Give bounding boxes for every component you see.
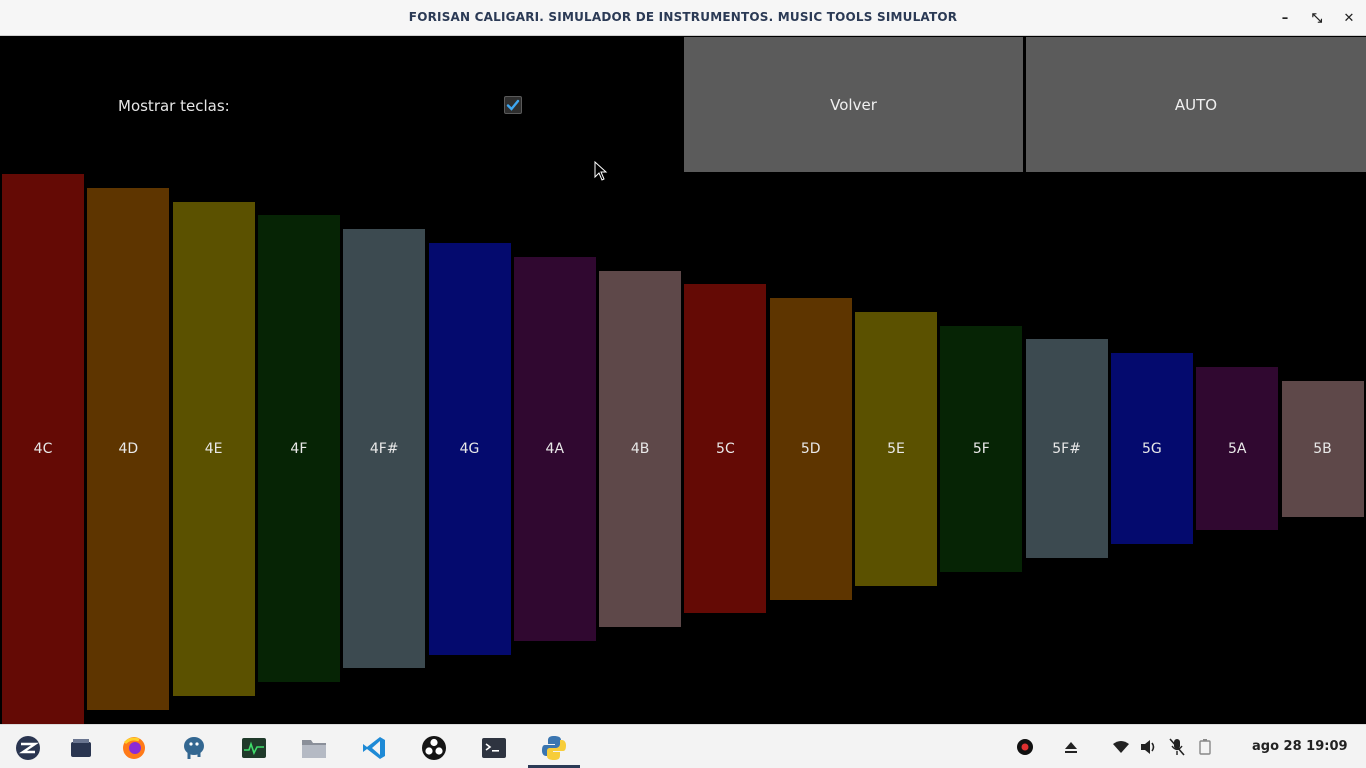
key-label: 4F#: [369, 441, 399, 457]
key-4c[interactable]: 4C: [2, 174, 84, 724]
files-window-icon[interactable]: [67, 734, 95, 762]
key-5e[interactable]: 5E: [855, 312, 937, 586]
volume-icon[interactable]: [1140, 738, 1158, 756]
key-label: 4C: [33, 441, 53, 457]
clock[interactable]: ago 28 19:09: [1252, 739, 1348, 754]
auto-button[interactable]: AUTO: [1026, 37, 1366, 172]
key-label: 4G: [459, 441, 480, 457]
key-4f-sharp[interactable]: 4F#: [343, 229, 426, 668]
mic-muted-icon[interactable]: [1168, 738, 1186, 756]
key-5b[interactable]: 5B: [1281, 381, 1364, 517]
key-4f[interactable]: 4F: [257, 215, 340, 682]
battery-icon[interactable]: [1196, 738, 1214, 756]
eject-icon[interactable]: [1062, 738, 1080, 756]
title-bar: FORISAN CALIGARI. SIMULADOR DE INSTRUMEN…: [0, 0, 1366, 36]
close-button[interactable]: ✕: [1339, 8, 1359, 28]
key-label: 5D: [800, 441, 821, 457]
key-5a[interactable]: 5A: [1196, 367, 1279, 530]
key-4d[interactable]: 4D: [87, 188, 170, 710]
system-monitor-icon[interactable]: [240, 734, 268, 762]
key-label: 4A: [545, 441, 565, 457]
app-area: Mostrar teclas: Volver AUTO 4C 4D 4E 4F 4F# 4…: [0, 37, 1366, 724]
pgadmin-icon[interactable]: [180, 734, 208, 762]
key-4a[interactable]: 4A: [513, 257, 596, 641]
key-4b[interactable]: 4B: [599, 271, 682, 627]
key-4g[interactable]: 4G: [428, 243, 511, 655]
key-label: 4E: [204, 441, 223, 457]
key-5f-sharp[interactable]: 5F#: [1025, 339, 1108, 558]
mouse-cursor-icon: [594, 161, 608, 181]
minimize-button[interactable]: –: [1275, 8, 1295, 28]
key-label: 5B: [1313, 441, 1332, 457]
back-button[interactable]: Volver: [684, 37, 1023, 172]
key-label: 5F#: [1052, 441, 1081, 457]
key-label: 4F: [290, 441, 308, 457]
key-5g[interactable]: 5G: [1110, 353, 1193, 544]
vscode-icon[interactable]: [360, 734, 388, 762]
key-label: 4D: [118, 441, 139, 457]
firefox-icon[interactable]: [120, 734, 148, 762]
check-icon: [506, 99, 520, 111]
key-label: 5E: [887, 441, 905, 457]
key-label: 5A: [1227, 441, 1247, 457]
zorin-menu-icon[interactable]: [14, 734, 42, 762]
show-keys-checkbox[interactable]: [504, 96, 522, 114]
key-label: 5C: [716, 441, 735, 457]
key-label: 5G: [1142, 441, 1162, 457]
taskbar: ago 28 19:09: [0, 724, 1366, 768]
python-icon[interactable]: [540, 734, 568, 762]
key-5f[interactable]: 5F: [940, 326, 1023, 572]
obs-icon[interactable]: [420, 734, 448, 762]
file-manager-icon[interactable]: [300, 734, 328, 762]
window-title: FORISAN CALIGARI. SIMULADOR DE INSTRUMEN…: [408, 10, 958, 24]
show-keys-label: Mostrar teclas:: [118, 97, 230, 115]
record-icon[interactable]: [1016, 738, 1034, 756]
maximize-button[interactable]: ⤡: [1307, 8, 1327, 28]
key-label: 5F: [972, 441, 990, 457]
key-4e[interactable]: 4E: [172, 202, 255, 696]
terminal-icon[interactable]: [480, 734, 508, 762]
wifi-icon[interactable]: [1112, 738, 1130, 756]
key-label: 4B: [630, 441, 650, 457]
key-5d[interactable]: 5D: [769, 298, 852, 600]
key-5c[interactable]: 5C: [684, 284, 767, 613]
